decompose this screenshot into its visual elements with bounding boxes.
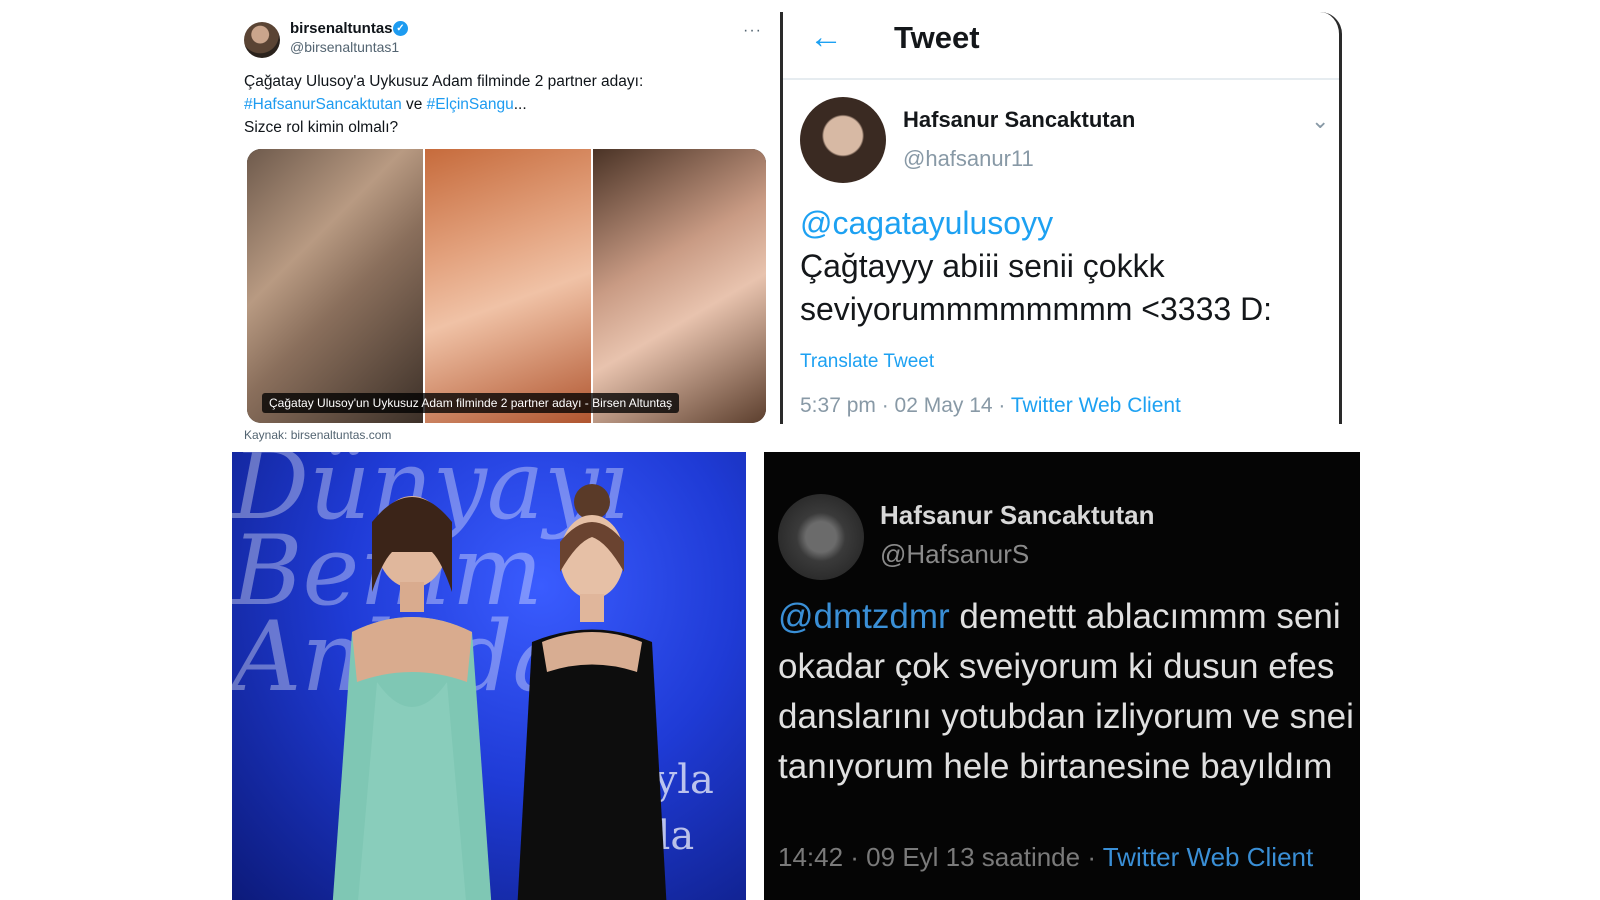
tweet-text: @cagatayulusoyy Çağtayyy abiii senii çok… [800,202,1330,331]
page-title: Tweet [894,20,980,55]
hashtag-link[interactable]: #HafsanurSancaktutan [244,96,402,113]
mention-link[interactable]: @cagatayulusoyy [800,202,1330,245]
media-caption: Çağatay Ulusoy'un Uykusuz Adam filminde … [262,393,680,413]
tweet-timestamp: 5:37 pm · 02 May 14 · [800,394,1011,417]
translate-tweet-link[interactable]: Translate Tweet [800,351,934,373]
back-arrow-icon[interactable]: ← [809,18,843,57]
hashtag-link[interactable]: #ElçinSangu [427,96,514,113]
media-photo-2 [425,149,593,423]
tweet-text: @dmtzdmr demettt ablacımmm seni okadar ç… [778,592,1358,792]
tweet-text-line2: #HafsanurSancaktutan ve #ElçinSangu... [244,93,754,116]
tweet-author-handle[interactable]: @birsenaltuntas1 [290,39,399,55]
tweet-text: Çağatay Ulusoy'a Uykusuz Adam filminde 2… [244,70,754,139]
tweet-conj: ve [401,96,427,113]
tweet-author-name[interactable]: Hafsanur Sancaktutan [903,107,1135,133]
avatar[interactable] [800,97,886,183]
tweet-screenshot-old: ← Tweet Hafsanur Sancaktutan @hafsanur11… [780,12,1342,424]
tweet-author-handle[interactable]: @hafsanur11 [903,146,1034,172]
mention-link[interactable]: @dmtzdmr [778,597,950,636]
tweet-ellipsis: ... [513,96,527,113]
tweet-meta: 5:37 pm · 02 May 14 · Twitter Web Client [800,394,1181,418]
tweet-text-line1: Çağatay Ulusoy'a Uykusuz Adam filminde 2… [244,73,644,90]
person-right [517,484,667,900]
tweet-card-birsen: birsenaltuntas ✓ @birsenaltuntas1 ··· Ça… [228,8,766,448]
verified-badge-icon: ✓ [393,21,408,36]
media-photo-1 [247,149,425,423]
chevron-down-icon[interactable]: ⌄ [1311,108,1329,134]
more-icon[interactable]: ··· [743,22,762,40]
tweet-media[interactable]: Çağatay Ulusoy'un Uykusuz Adam filminde … [247,149,766,423]
tweet-body: Çağtayyy abiii senii çokkk seviyorummmmm… [800,248,1273,327]
tweet-author-handle[interactable]: @HafsanurS [880,539,1029,570]
media-photo-3 [593,149,766,423]
tweet-screenshot-dark: Hafsanur Sancaktutan @HafsanurS @dmtzdmr… [764,452,1360,900]
tweet-author-name[interactable]: birsenaltuntas [290,20,393,37]
event-photo: Dünyayı Benim Anlada vyla da [232,452,746,900]
client-link[interactable]: Twitter Web Client [1103,842,1313,872]
client-link[interactable]: Twitter Web Client [1011,394,1181,417]
avatar[interactable] [778,494,864,580]
source-text: Kaynak: birsenaltuntas.com [244,428,392,442]
tweet-header-bar: ← Tweet [783,12,1339,80]
tweet-text-line3: Sizce rol kimin olmalı? [244,119,399,136]
tweet-author-name[interactable]: Hafsanur Sancaktutan [880,500,1155,531]
tweet-timestamp: 14:42 · 09 Eyl 13 saatinde · [778,842,1103,872]
tweet-meta: 14:42 · 09 Eyl 13 saatinde · Twitter Web… [778,842,1313,873]
avatar[interactable] [244,22,280,58]
